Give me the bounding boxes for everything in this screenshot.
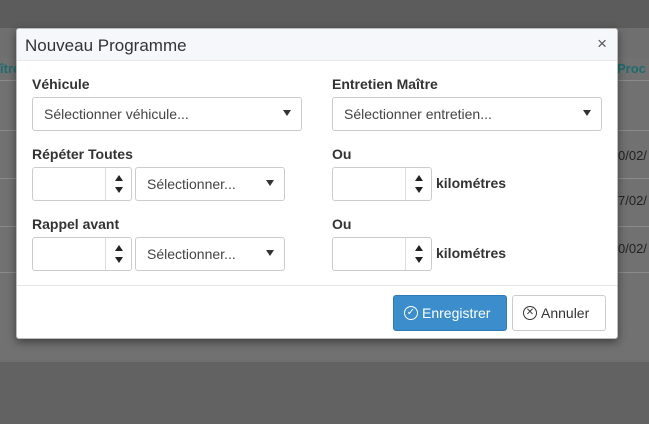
number-spinner[interactable] xyxy=(105,168,131,200)
close-circle-icon: ✕ xyxy=(523,306,537,320)
save-button[interactable]: ✓ Enregistrer xyxy=(393,295,507,331)
spin-up-icon[interactable] xyxy=(415,245,423,251)
repeter-unit-select[interactable]: Sélectionner... xyxy=(135,167,285,201)
caret-down-icon xyxy=(266,250,274,256)
vehicule-label: Véhicule xyxy=(32,76,90,92)
background-date-cell: 7/02/ xyxy=(618,193,647,208)
rappel-number-input[interactable] xyxy=(32,237,132,271)
new-program-modal: Nouveau Programme × Véhicule Sélectionne… xyxy=(16,28,618,339)
entretien-label: Entretien Maître xyxy=(332,76,438,92)
ou-km-input[interactable] xyxy=(332,167,432,201)
modal-header: Nouveau Programme × xyxy=(17,29,617,61)
modal-footer: ✓ Enregistrer ✕ Annuler xyxy=(17,285,617,339)
km-unit-label: kilométres xyxy=(436,245,507,261)
background-date-cell: 0/02/ xyxy=(618,148,647,163)
background-date-cell: 0/02/ xyxy=(618,241,647,256)
caret-down-icon xyxy=(283,110,291,116)
background-column-header: Proc xyxy=(617,61,646,76)
save-button-label: Enregistrer xyxy=(422,305,491,321)
repeter-unit-value: Sélectionner... xyxy=(147,176,236,192)
cancel-button[interactable]: ✕ Annuler xyxy=(512,295,606,331)
cancel-button-label: Annuler xyxy=(541,305,590,321)
spin-up-icon[interactable] xyxy=(115,245,123,251)
vehicule-select[interactable]: Sélectionner véhicule... xyxy=(32,97,302,131)
entretien-select-value: Sélectionner entretien... xyxy=(344,106,492,122)
caret-down-icon xyxy=(266,180,274,186)
spin-up-icon[interactable] xyxy=(115,175,123,181)
close-icon[interactable]: × xyxy=(597,35,607,53)
caret-down-icon xyxy=(583,110,591,116)
km-unit-label: kilométres xyxy=(436,175,507,191)
ou-km-input[interactable] xyxy=(332,237,432,271)
spin-up-icon[interactable] xyxy=(415,175,423,181)
background-topbar xyxy=(0,0,649,28)
ou-label: Ou xyxy=(332,216,352,232)
vehicule-select-value: Sélectionner véhicule... xyxy=(44,106,189,122)
number-spinner[interactable] xyxy=(405,168,431,200)
rappel-label: Rappel avant xyxy=(32,216,120,232)
background-footer xyxy=(0,362,649,424)
spin-down-icon[interactable] xyxy=(415,257,423,263)
number-spinner[interactable] xyxy=(405,238,431,270)
repeter-label: Répéter Toutes xyxy=(32,146,133,162)
spin-down-icon[interactable] xyxy=(415,187,423,193)
ou-label: Ou xyxy=(332,146,352,162)
spin-down-icon[interactable] xyxy=(115,257,123,263)
rappel-unit-value: Sélectionner... xyxy=(147,246,236,262)
check-circle-icon: ✓ xyxy=(404,306,418,320)
repeter-number-input[interactable] xyxy=(32,167,132,201)
entretien-select[interactable]: Sélectionner entretien... xyxy=(332,97,602,131)
number-spinner[interactable] xyxy=(105,238,131,270)
spin-down-icon[interactable] xyxy=(115,187,123,193)
modal-title: Nouveau Programme xyxy=(25,36,187,55)
rappel-unit-select[interactable]: Sélectionner... xyxy=(135,237,285,271)
